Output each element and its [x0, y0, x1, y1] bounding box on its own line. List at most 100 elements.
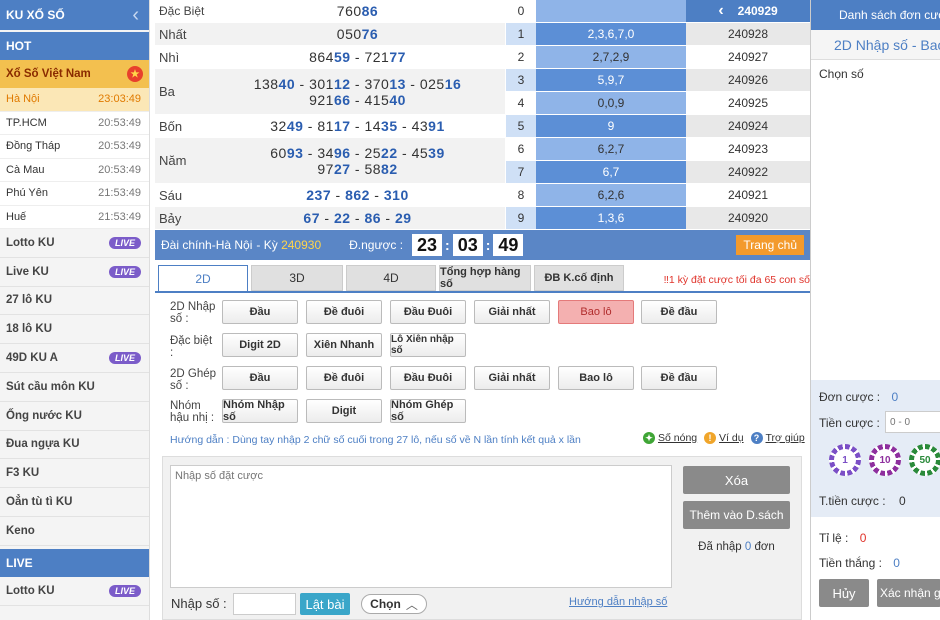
chip-1[interactable]: 1: [829, 444, 861, 476]
stake-label: Tiền cược :: [819, 416, 880, 430]
chevron-up-icon: ︿: [405, 597, 418, 612]
game-item[interactable]: Keno: [0, 517, 149, 546]
option-button[interactable]: Digit 2D: [222, 333, 298, 357]
tab-item[interactable]: ĐB K.cố định: [534, 265, 624, 291]
option-button[interactable]: Nhóm Ghép số: [390, 399, 466, 423]
help-links: ✦ Số nóng ! Ví dụ ? Trợ giúp: [643, 432, 805, 445]
game-item[interactable]: Lotto KU LIVE: [0, 229, 149, 258]
draw-item[interactable]: 240924: [686, 115, 810, 138]
input-guide-link[interactable]: Hướng dẫn nhập số: [569, 596, 667, 608]
game-item[interactable]: F3 KU: [0, 459, 149, 489]
game-item[interactable]: Đua ngựa KU: [0, 431, 149, 460]
choose-dropdown[interactable]: Chọn ︿: [361, 594, 427, 614]
city-item[interactable]: TP.HCM 20:53:49: [0, 111, 149, 135]
option-button[interactable]: Đầu Đuôi: [390, 300, 466, 324]
confirm-button[interactable]: Xác nhận gửi: [877, 579, 940, 607]
game-item[interactable]: Sút cầu môn KU: [0, 373, 149, 402]
digit-values: [536, 0, 686, 22]
hot-number-link[interactable]: Số nóng: [658, 432, 697, 444]
tab-item[interactable]: 3D: [251, 265, 343, 291]
add-to-list-button[interactable]: Thêm vào D.sách: [683, 501, 790, 529]
home-button[interactable]: Trang chủ: [736, 235, 804, 255]
chip-50[interactable]: 50: [909, 444, 940, 476]
digit-row: 4 0,0,9: [506, 92, 686, 115]
option-button[interactable]: Đầu Đuôi: [390, 366, 466, 390]
option-button[interactable]: Đề đầu: [641, 300, 717, 324]
option-button[interactable]: Giải nhất: [474, 300, 550, 324]
number-suffix: 66: [333, 91, 351, 108]
number-suffix: 22: [333, 210, 351, 226]
digit-values: 6,2,7: [536, 138, 686, 160]
number-suffix: 59: [333, 49, 351, 65]
delete-button[interactable]: Xóa: [683, 466, 790, 494]
game-item[interactable]: Oẳn tù tì KU: [0, 488, 149, 517]
city-item[interactable]: Hà Nội 23:03:49: [0, 88, 149, 112]
cancel-button[interactable]: Hủy: [819, 579, 869, 607]
draw-item[interactable]: 240925: [686, 92, 810, 115]
prev-draw-icon[interactable]: ‹: [718, 2, 723, 20]
option-button[interactable]: Đề đuôi: [306, 366, 382, 390]
group-vietnam-lottery[interactable]: Xổ Số Việt Nam ★: [0, 60, 149, 88]
city-item[interactable]: Đồng Tháp 20:53:49: [0, 135, 149, 159]
game-item[interactable]: Ống nước KU: [0, 402, 149, 431]
chip-10[interactable]: 10: [869, 444, 901, 476]
city-time: 20:53:49: [98, 140, 141, 153]
tab-item[interactable]: Tổng hợp hàng số: [439, 265, 531, 291]
option-button[interactable]: Giải nhất: [474, 366, 550, 390]
option-button[interactable]: Đề đuôi: [306, 300, 382, 324]
game-item[interactable]: Live KU LIVE: [0, 258, 149, 287]
draw-item[interactable]: 240927: [686, 46, 810, 69]
number-suffix: 12: [333, 75, 351, 92]
number-suffix: 91: [428, 118, 445, 134]
option-button[interactable]: Xiên Nhanh: [306, 333, 382, 357]
game-name: Oẳn tù tì KU: [6, 496, 73, 509]
option-button[interactable]: Bao lô: [558, 300, 634, 324]
option-button[interactable]: Đầu: [222, 300, 298, 324]
digits-table: 0 1 2,3,6,7,0 2 2,7,2,9 3 5,9,7 4 0,0,9 5 9 6 6,2,7 7…: [506, 0, 686, 230]
game-item[interactable]: 49D KU A LIVE: [0, 344, 149, 373]
sidebar-header: KU XỔ SỐ ‹: [0, 0, 149, 30]
help-link[interactable]: Trợ giúp: [766, 432, 805, 444]
draw-item[interactable]: 240926: [686, 69, 810, 92]
input-label: Nhập số :: [171, 596, 227, 611]
entered-count: Đã nhập 0 đơn: [683, 541, 790, 553]
number-suffix: 67: [303, 210, 320, 226]
example-link[interactable]: Ví dụ: [719, 432, 744, 444]
option-button[interactable]: Bao lô: [558, 366, 634, 390]
choose-label: Chọn: [370, 597, 401, 611]
city-item[interactable]: Phú Yên 21:53:49: [0, 182, 149, 206]
draw-item[interactable]: 240922: [686, 161, 810, 184]
game-item[interactable]: 18 lô KU: [0, 315, 149, 345]
option-button[interactable]: Đầu: [222, 366, 298, 390]
game-item[interactable]: 27 lô KU: [0, 287, 149, 316]
separator: -: [397, 144, 412, 161]
station-label: Đài chính-Hà Nội: [161, 238, 253, 252]
option-button[interactable]: Đề đầu: [641, 366, 717, 390]
prize-line: 9727 - 5882: [317, 161, 397, 177]
draw-item[interactable]: 240928: [686, 23, 810, 46]
option-button[interactable]: Lô Xiên nhập số: [390, 333, 466, 357]
option-button[interactable]: Digit: [306, 399, 382, 423]
draw-item[interactable]: 240923: [686, 138, 810, 161]
draw-current[interactable]: ‹ 240929: [686, 0, 810, 23]
number-input[interactable]: [233, 593, 296, 615]
collapse-chevron-icon[interactable]: ‹: [132, 4, 149, 27]
city-item[interactable]: Cà Mau 20:53:49: [0, 158, 149, 182]
city-name: Phú Yên: [6, 187, 49, 200]
game-item[interactable]: Lotto KU LIVE: [0, 577, 149, 606]
tab-item[interactable]: 4D: [346, 265, 436, 291]
tab-item[interactable]: 2D: [158, 265, 248, 291]
flip-card-button[interactable]: Lật bài: [300, 593, 350, 615]
digit-values: 2,7,2,9: [536, 46, 686, 68]
guide-text: Hướng dẫn : Dùng tay nhập 2 chữ số cuối …: [170, 434, 581, 446]
option-button[interactable]: Nhóm Nhập số: [222, 399, 298, 423]
city-item[interactable]: Huế 21:53:49: [0, 205, 149, 229]
bet-numbers-textarea[interactable]: [170, 465, 672, 588]
option-row-label: 2D Ghép số :: [170, 368, 217, 392]
draw-item[interactable]: 240921: [686, 184, 810, 207]
number-suffix: 93: [286, 144, 304, 161]
number-prefix: 14: [364, 118, 382, 134]
game-name: Sút cầu môn KU: [6, 380, 95, 393]
draw-item[interactable]: 240920: [686, 207, 810, 230]
stake-input[interactable]: [885, 411, 940, 433]
